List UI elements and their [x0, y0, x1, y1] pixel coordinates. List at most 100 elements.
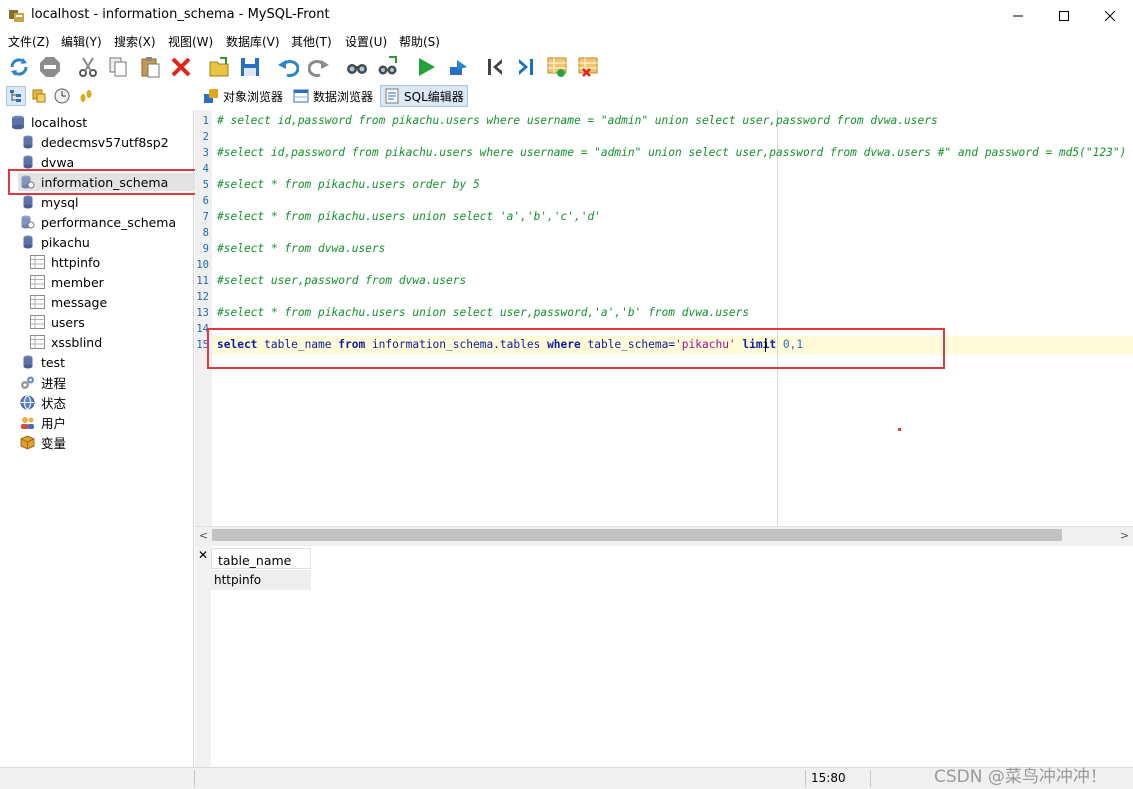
- jobs-toggle[interactable]: [76, 86, 96, 106]
- menu-edit[interactable]: 编辑(Y): [61, 33, 102, 50]
- menu-view[interactable]: 视图(W): [168, 33, 213, 50]
- cut-button[interactable]: [75, 54, 101, 80]
- line-number: 10: [196, 259, 209, 271]
- menu-database[interactable]: 数据库(V): [226, 33, 280, 50]
- maximize-icon: [1059, 10, 1069, 21]
- tab-sql-editor-label: SQL编辑器: [404, 89, 464, 104]
- results-cell[interactable]: httpinfo: [211, 570, 311, 590]
- refresh-button[interactable]: [6, 54, 32, 80]
- line-number: 7: [202, 211, 209, 223]
- undo-button[interactable]: [275, 54, 301, 80]
- code-line-13: #select * from pikachu.users union selec…: [217, 306, 750, 319]
- replace-icon: [378, 56, 397, 75]
- code-line-5: #select * from pikachu.users order by 5: [217, 178, 480, 191]
- status-separator: [805, 770, 806, 787]
- line-number: 2: [202, 131, 209, 143]
- tree-item-users[interactable]: 用户: [20, 413, 66, 431]
- refresh-icon: [10, 58, 28, 76]
- tree-item-db-test[interactable]: test: [20, 353, 65, 371]
- redo-button[interactable]: [306, 54, 332, 80]
- scroll-left-button[interactable]: <: [195, 527, 212, 543]
- save-button[interactable]: [237, 54, 263, 80]
- editor-horizontal-scrollbar[interactable]: < >: [195, 526, 1133, 543]
- tree-item-label: 用户: [41, 415, 67, 431]
- line-number: 9: [202, 243, 209, 255]
- find-button[interactable]: [344, 54, 370, 80]
- delete-row-button[interactable]: [575, 54, 601, 80]
- close-button[interactable]: [1087, 0, 1133, 31]
- insert-row-button[interactable]: [544, 54, 570, 80]
- minimize-button[interactable]: [995, 0, 1041, 31]
- open-button[interactable]: [206, 54, 232, 80]
- cut-icon: [79, 57, 97, 77]
- chevron-left-icon: <: [198, 528, 209, 542]
- tree-item-label: xssblind: [51, 334, 103, 350]
- menu-file[interactable]: 文件(Z): [8, 33, 50, 50]
- minimize-icon: [1013, 15, 1023, 16]
- sql-editor-icon: [385, 88, 399, 104]
- tree-item-table-message[interactable]: message: [30, 293, 107, 311]
- menu-other[interactable]: 其他(T): [291, 33, 332, 50]
- tree-view-icon: [10, 90, 21, 102]
- bookmarks-toggle[interactable]: [29, 86, 49, 106]
- stop-button[interactable]: [37, 54, 63, 80]
- copy-button[interactable]: [105, 54, 131, 80]
- sql-editor[interactable]: 1 2 3 4 5 6 7 8 9 10 11 12 13 14 15 # se…: [195, 110, 1133, 527]
- maximize-button[interactable]: [1041, 0, 1087, 31]
- replace-button[interactable]: [375, 54, 401, 80]
- server-icon: [10, 115, 25, 130]
- tree-item-variables[interactable]: 变量: [20, 433, 66, 451]
- tab-sql-editor[interactable]: SQL编辑器: [380, 85, 468, 107]
- history-toggle[interactable]: [52, 86, 72, 106]
- tree-item-label: httpinfo: [51, 254, 101, 270]
- results-column-header[interactable]: table_name: [211, 548, 311, 569]
- tree-item-label: mysql: [41, 194, 79, 210]
- globe-icon: [20, 395, 35, 410]
- menu-settings[interactable]: 设置(U): [345, 33, 387, 50]
- tree-item-label: 进程: [41, 375, 67, 391]
- window-title: localhost - information_schema - MySQL-F…: [31, 7, 330, 22]
- database-icon: [20, 135, 35, 150]
- tree-item-table-httpinfo[interactable]: httpinfo: [30, 253, 100, 271]
- first-icon: [488, 59, 502, 75]
- tree-item-db-pikachu[interactable]: pikachu: [20, 233, 90, 251]
- menu-search[interactable]: 搜索(X): [114, 33, 156, 50]
- database-icon: [20, 195, 35, 210]
- run-line-button[interactable]: [445, 54, 471, 80]
- tree-item-db-performance-schema[interactable]: performance_schema: [20, 213, 176, 231]
- scrollbar-thumb[interactable]: [212, 529, 1062, 541]
- paste-button[interactable]: [137, 54, 163, 80]
- delete-button[interactable]: [168, 54, 194, 80]
- chevron-right-icon: >: [1119, 528, 1130, 542]
- code-line-1: # select id,password from pikachu.users …: [217, 114, 938, 127]
- insert-row-icon: [547, 57, 567, 77]
- tab-data-browser[interactable]: 数据浏览器: [290, 85, 376, 107]
- tree-item-table-member[interactable]: member: [30, 273, 104, 291]
- tree-view-toggle[interactable]: [6, 86, 26, 106]
- last-button[interactable]: [513, 54, 539, 80]
- tree-item-db-mysql[interactable]: mysql: [20, 193, 79, 211]
- tree-item-status[interactable]: 状态: [20, 393, 66, 411]
- tree-item-table-xssblind[interactable]: xssblind: [30, 333, 102, 351]
- scroll-right-button[interactable]: >: [1116, 527, 1133, 543]
- tree-item-db-dedecmsv57utf8sp2[interactable]: dedecmsv57utf8sp2: [20, 133, 169, 151]
- table-icon: [30, 255, 45, 270]
- menu-help[interactable]: 帮助(S): [399, 33, 440, 50]
- first-button[interactable]: [482, 54, 508, 80]
- status-separator: [870, 770, 871, 787]
- tree-item-localhost[interactable]: localhost: [10, 113, 87, 131]
- status-bar: 15:80 CSDN @菜鸟冲冲冲！: [0, 767, 1133, 789]
- database-tree: localhost dedecmsv57utf8sp2 dvwa informa…: [0, 110, 201, 767]
- tab-object-browser[interactable]: 对象浏览器: [200, 85, 286, 107]
- code-line-9: #select * from dvwa.users: [217, 242, 386, 255]
- close-results-icon[interactable]: ✕: [198, 548, 208, 562]
- tree-item-label: member: [51, 274, 104, 290]
- database-icon: [20, 355, 35, 370]
- status-separator: [194, 770, 195, 787]
- table-icon: [30, 275, 45, 290]
- table-icon: [30, 295, 45, 310]
- run-button[interactable]: [413, 54, 439, 80]
- line-number: 5: [202, 179, 209, 191]
- tree-item-table-users[interactable]: users: [30, 313, 85, 331]
- tree-item-processes[interactable]: 进程: [20, 373, 66, 391]
